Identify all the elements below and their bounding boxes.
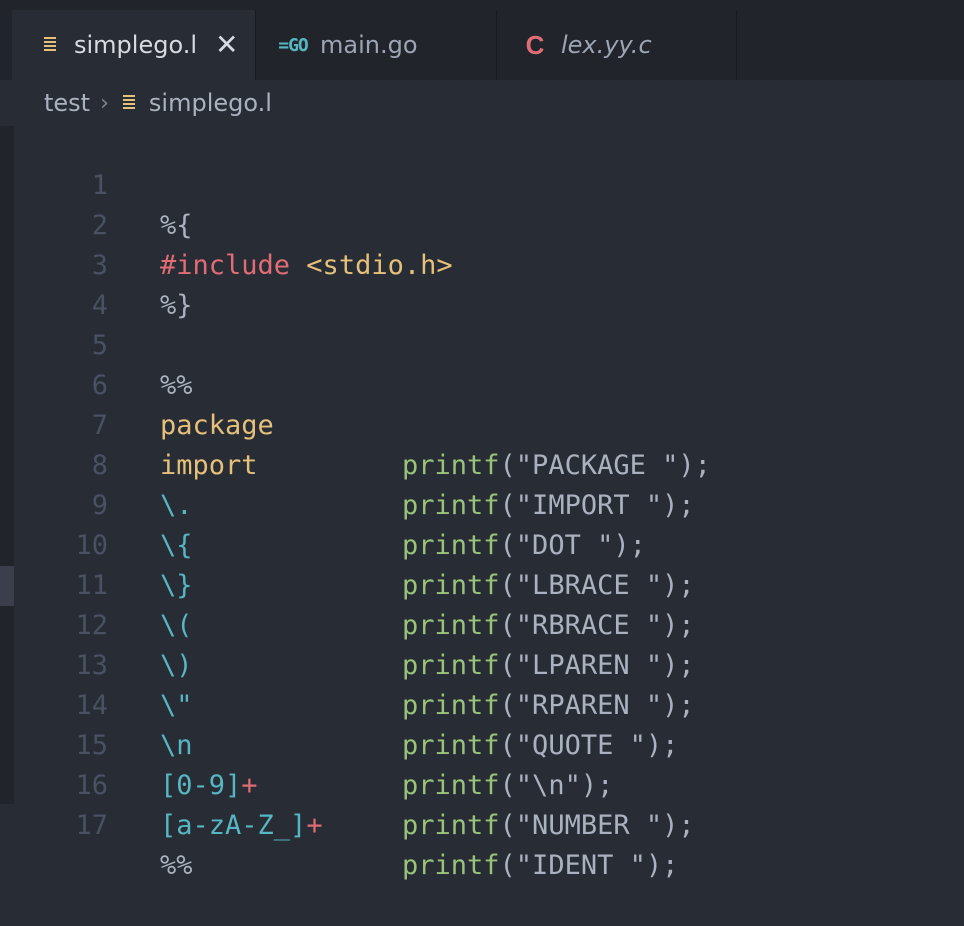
tab-label: main.go: [320, 31, 418, 59]
lex-file-icon: [122, 89, 135, 117]
tab-bar: simplego.l ✕ =GO main.go C lex.yy.c: [0, 0, 964, 80]
tab-label: lex.yy.c: [561, 31, 652, 59]
tab-main-go[interactable]: =GO main.go: [256, 10, 497, 80]
lex-file-icon: [38, 37, 62, 53]
code-line: 2 #include <stdio.h>: [0, 166, 964, 281]
go-file-icon: =GO: [278, 34, 308, 56]
code-line: 3 %}: [0, 206, 964, 321]
tab-bar-top-strip: [0, 0, 964, 10]
code-line: 8 \. printf("DOT ");: [0, 406, 964, 561]
code-line: 7 import printf("IMPORT ");: [0, 366, 964, 521]
code-line: 12 \) printf("RPAREN ");: [0, 566, 964, 721]
line-number: 17: [75, 810, 108, 841]
tab-label: simplego.l: [74, 31, 198, 59]
c-file-icon: C: [525, 29, 545, 60]
code-text: %%: [160, 850, 193, 881]
code-line: 16 [a-zA-Z_]+ printf("IDENT ");: [0, 726, 964, 881]
code-line: 1 %{: [0, 126, 964, 241]
rule-action: printf("NUMBER ");: [402, 810, 695, 841]
code-line: 13 \" printf("QUOTE ");: [0, 606, 964, 761]
code-line: 15 [0-9]+ printf("NUMBER ");: [0, 686, 964, 841]
chevron-right-icon: ›: [100, 90, 109, 116]
code-editor[interactable]: 1 %{ 2 #include <stdio.h> 3 %} 4 5 %% 6 …: [0, 126, 964, 881]
close-icon[interactable]: ✕: [215, 31, 238, 59]
code-line: 4: [0, 246, 964, 321]
code-line: 14 \n printf("\n");: [0, 646, 964, 801]
code-line: 9 \{ printf("LBRACE ");: [0, 446, 964, 601]
breadcrumb: test › simplego.l: [0, 80, 964, 126]
rule-pattern: [a-zA-Z_]+: [160, 810, 323, 841]
code-line: 10 \} printf("RBRACE ");: [0, 486, 964, 641]
code-line: 11 \( printf("LPAREN ");: [0, 526, 964, 681]
code-line: 17 %%: [0, 766, 964, 881]
code-line: 5 %%: [0, 286, 964, 401]
breadcrumb-file[interactable]: simplego.l: [149, 89, 272, 117]
tab-lex-yy-c[interactable]: C lex.yy.c: [497, 10, 737, 80]
rule-action: printf("IDENT ");: [402, 850, 679, 881]
code-line: 6 package printf("PACKAGE ");: [0, 326, 964, 481]
breadcrumb-folder[interactable]: test: [44, 89, 90, 117]
tab-simplego-l[interactable]: simplego.l ✕: [12, 10, 256, 80]
